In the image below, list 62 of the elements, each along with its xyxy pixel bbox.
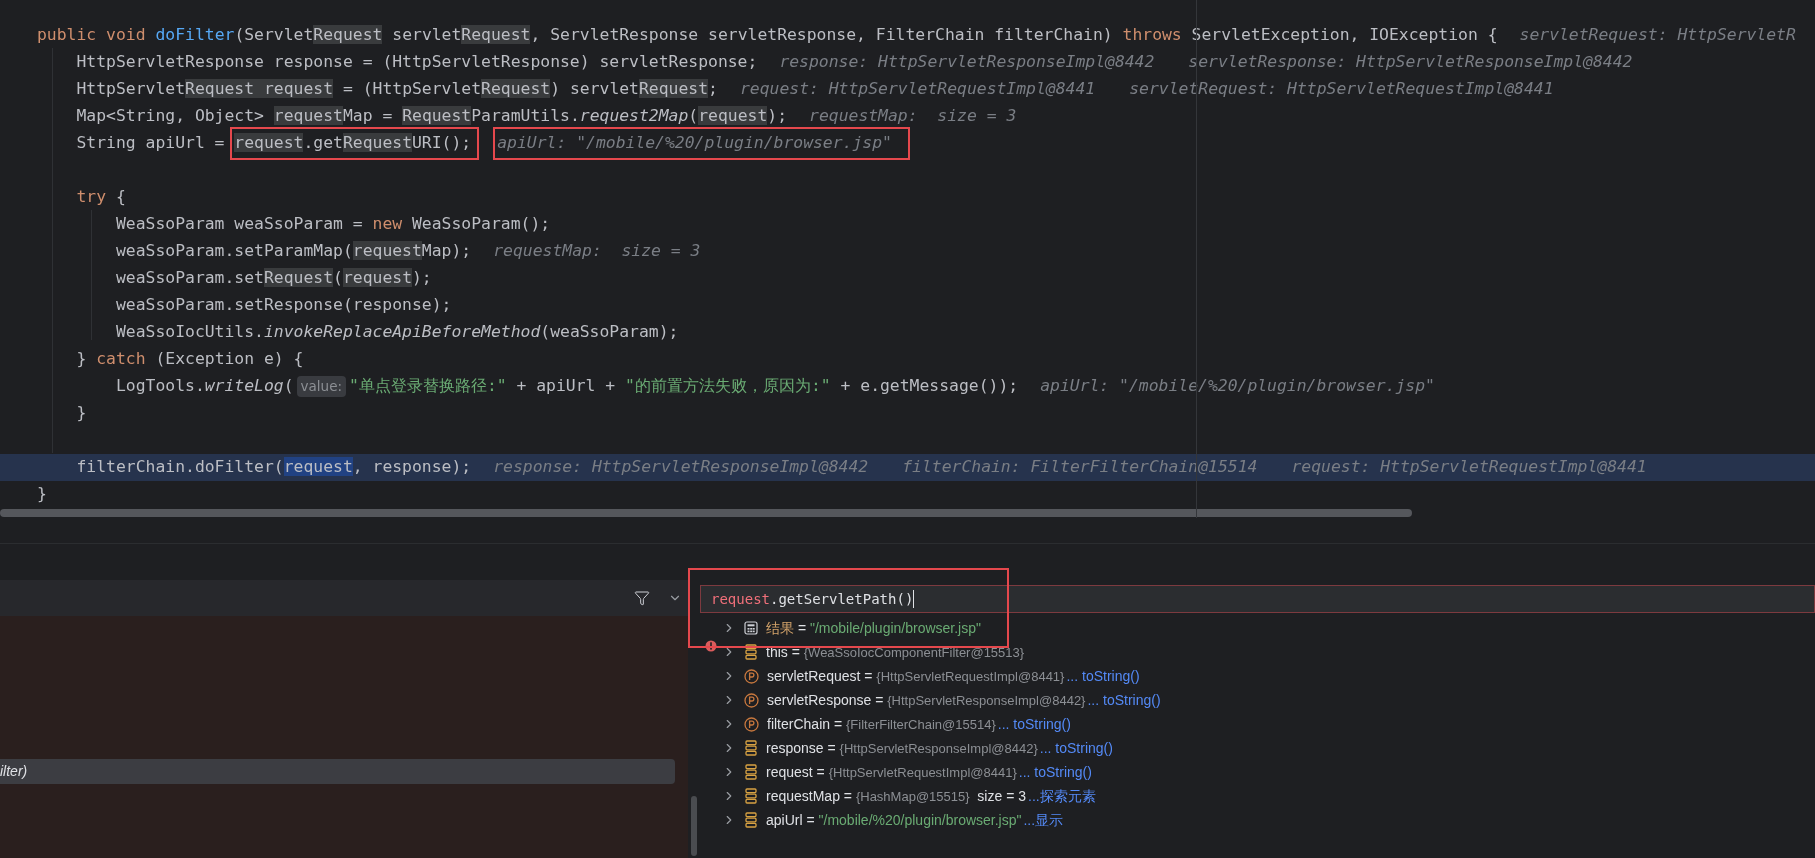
inline-hint: response: HttpServletResponseImpl@8442 (779, 51, 1155, 74)
horizontal-scrollbar[interactable] (0, 509, 1412, 517)
inline-hint: request: HttpServletRequestImpl@8441 (739, 78, 1096, 101)
code-text: public void doFilter(ServletRequest servletRequest, ServletResponse servletResponse, FilterChain filterChain) throws ServletException, IOException { (37, 24, 1498, 47)
stack-icon (744, 788, 758, 804)
inline-hint: apiUrl: "/mobile/%20/plugin/browser.jsp" (497, 132, 892, 155)
variable-value: requestMap = {HashMap@15515} size = 3 (766, 786, 1026, 806)
code-text: weaSsoParam.setResponse(response); (115, 294, 452, 317)
parameter-hint: value: (296, 376, 346, 397)
code-text: filterChain.doFilter(request, response); (76, 456, 472, 479)
inline-hint: requestMap: size = 3 (493, 240, 701, 263)
variable-value: request = {HttpServletRequestImpl@8441} (766, 762, 1017, 782)
inline-hint: response: HttpServletResponseImpl@8442 (493, 456, 869, 479)
value-link[interactable]: ... toString() (1066, 665, 1140, 687)
code-text: } (76, 402, 87, 425)
parameter-icon (744, 692, 759, 708)
inline-hint: servletRequest: HttpServletR (1519, 24, 1796, 47)
parameter-icon (744, 716, 759, 732)
code-text: HttpServletResponse response = (HttpServletResponse) servletResponse; (76, 51, 758, 74)
inline-hint: request: HttpServletRequestImpl@8441 (1291, 456, 1647, 479)
code-text: String apiUrl = (76, 132, 226, 155)
variable-value: response = {HttpServletResponseImpl@8442} (766, 738, 1038, 758)
inline-hint: requestMap: size = 3 (809, 105, 1017, 128)
code-text: HttpServletRequest request = (HttpServletRequest) servletRequest; (76, 78, 718, 101)
value-link[interactable]: ... toString() (1018, 761, 1092, 783)
inline-hint: apiUrl: "/mobile/%20/plugin/browser.jsp" (1040, 375, 1435, 398)
code-text: WeaSsoParam weaSsoParam = new WeaSsoParam(); (115, 213, 551, 236)
code-text: try { (76, 186, 126, 209)
code-text: request.getRequestURI(); (234, 132, 472, 155)
inline-hint: filterChain: FilterFilterChain@15514 (902, 456, 1258, 479)
variable-value: servletRequest = {HttpServletRequestImpl@8441} (767, 666, 1065, 686)
stack-icon (744, 644, 758, 660)
vertical-scrollbar[interactable] (691, 796, 697, 856)
code-text: weaSsoParam.setRequest(request); (115, 267, 432, 290)
code-text: } (37, 483, 47, 506)
code-text: } catch (Exception e) { (76, 348, 304, 371)
code-text: Map<String, Object> requestMap = RequestParamUtils.request2Map(request); (76, 105, 788, 128)
filter-icon[interactable] (634, 590, 650, 606)
stack-icon (744, 812, 758, 828)
stack-frame[interactable]: ilter) (0, 759, 675, 784)
variable-value: apiUrl = "/mobile/%20/plugin/browser.jsp" (766, 810, 1022, 830)
expression-field[interactable]: request.getServletPath() (700, 585, 1815, 613)
stack-icon (744, 764, 758, 780)
error-icon (705, 640, 717, 652)
variable-value: filterChain = {FilterFilterChain@15514} (767, 714, 996, 734)
variable-value: 结果 = "/mobile/plugin/browser.jsp" (766, 618, 981, 638)
value-link[interactable]: ... toString() (997, 713, 1071, 735)
value-link[interactable]: ...显示 (1023, 809, 1064, 831)
code-text: WeaSsoIocUtils.invokeReplaceApiBeforeMethod(weaSsoParam); (115, 321, 679, 344)
inline-hint: servletResponse: HttpServletResponseImpl@8442 (1188, 51, 1633, 74)
value-link[interactable]: ...探索元素 (1028, 785, 1096, 807)
code-text: LogTools.writeLog( (115, 375, 294, 398)
variable-value: servletResponse = {HttpServletResponseImpl@8442} (767, 690, 1086, 710)
stack-icon (744, 740, 758, 756)
variable-value: this = {WeaSsoIocComponentFilter@15513} (766, 642, 1025, 662)
value-link[interactable]: ... toString() (1087, 689, 1161, 711)
code-text: "单点登录替换路径:" + apiUrl + "的前置方法失败，原因为:" + e.getMessage()); (349, 375, 1019, 398)
value-link[interactable]: ... toString() (1039, 737, 1113, 759)
parameter-icon (744, 668, 759, 684)
code-text: weaSsoParam.setParamMap(requestMap); (115, 240, 472, 263)
calculator-icon (744, 621, 758, 635)
inline-hint: servletRequest: HttpServletRequestImpl@8441 (1129, 78, 1554, 101)
